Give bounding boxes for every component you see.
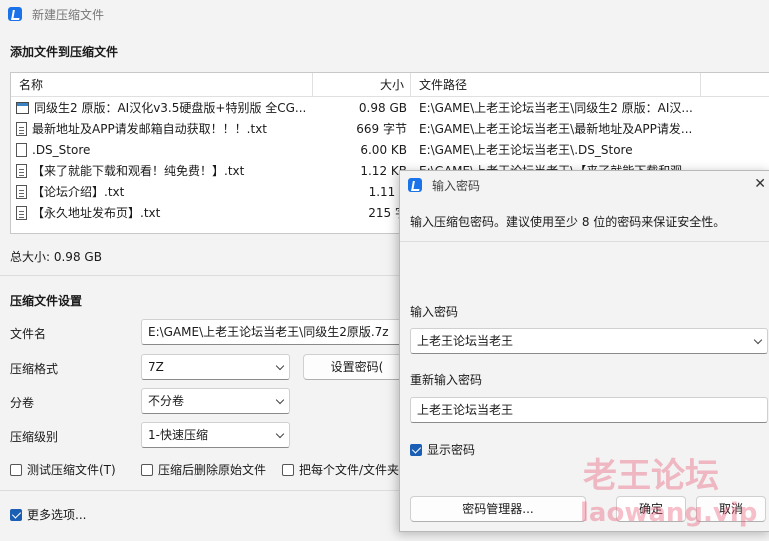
file-name: 【来了就能下载和观看！纯免费！】.txt — [32, 164, 245, 178]
format-select[interactable]: 7Z — [141, 354, 290, 380]
level-select[interactable]: 1-快速压缩 — [141, 422, 290, 448]
file-name: 【永久地址发布页】.txt — [32, 206, 161, 220]
cell-name: .DS_Store — [11, 142, 313, 157]
each-file-checkbox[interactable]: 把每个文件/文件夹 — [282, 461, 400, 478]
cell-size: 0.98 GB — [358, 100, 407, 115]
password-input[interactable]: 上老王论坛当老王 — [410, 328, 768, 354]
show-password-label: 显示密码 — [427, 443, 476, 457]
password-label: 输入密码 — [410, 305, 459, 319]
dialog-title-bar: 输入密码 — [400, 171, 769, 199]
file-list-header: 名称 大小 文件路径 — [11, 73, 769, 97]
cell-name: 【来了就能下载和观看！纯免费！】.txt — [11, 162, 313, 179]
text-file-icon — [16, 205, 27, 220]
table-row[interactable]: 最新地址及APP请发邮箱自动获取！！！.txt 669 字节 E:\GAME\上老王… — [11, 118, 769, 139]
cell-size: 669 字节 — [356, 122, 407, 136]
cell-name: 【永久地址发布页】.txt — [11, 204, 313, 221]
dialog-description: 输入压缩包密码。建议使用至少 8 位的密码来保证安全性。 — [410, 215, 726, 229]
filename-input[interactable]: E:\GAME\上老王论坛当老王\同级生2原版.7z — [141, 319, 411, 345]
divider — [0, 490, 400, 491]
delete-source-checkbox[interactable]: 压缩后删除原始文件 — [141, 461, 266, 478]
file-name: .DS_Store — [32, 142, 91, 157]
checkbox-box[interactable] — [282, 463, 294, 476]
text-file-icon — [16, 163, 27, 178]
cell-size: 1.12 KB — [360, 163, 407, 178]
more-options-label: 更多选项... — [27, 508, 87, 522]
cell-size: 6.00 KB — [360, 142, 407, 157]
cell-name: 最新地址及APP请发邮箱自动获取！！！.txt — [11, 120, 313, 137]
checkbox-box[interactable] — [141, 463, 153, 476]
level-label: 压缩级别 — [10, 430, 59, 444]
cell-path: E:\GAME\上老王论坛当老王\同级生2 原版：AI汉... — [419, 101, 693, 115]
close-icon[interactable]: ✕ — [754, 176, 766, 192]
file-icon — [16, 142, 27, 157]
column-header-name[interactable]: 名称 — [11, 73, 313, 96]
divider — [0, 275, 400, 276]
dialog-title: 输入密码 — [432, 178, 481, 193]
checkbox-box-checked[interactable] — [410, 443, 422, 456]
more-options-checkbox[interactable]: 更多选项... — [10, 506, 86, 523]
show-password-checkbox[interactable]: 显示密码 — [410, 441, 475, 458]
cell-size: 215 字 — [368, 206, 407, 220]
divider — [400, 241, 769, 242]
text-file-icon — [16, 121, 27, 136]
test-archive-checkbox[interactable]: 测试压缩文件(T) — [10, 461, 116, 478]
test-archive-label: 测试压缩文件(T) — [27, 463, 116, 477]
file-name: 最新地址及APP请发邮箱自动获取！！！.txt — [32, 122, 268, 136]
ok-button[interactable]: 确定 — [616, 496, 686, 522]
password-manager-button[interactable]: 密码管理器... — [410, 496, 586, 522]
cancel-button[interactable]: 取消 — [696, 496, 766, 522]
column-header-path[interactable]: 文件路径 — [411, 73, 701, 96]
column-header-size[interactable]: 大小 — [313, 73, 411, 96]
split-select[interactable]: 不分卷 — [141, 388, 290, 414]
disc-image-icon — [16, 101, 29, 114]
set-password-button[interactable]: 设置密码( — [303, 354, 411, 380]
filename-label: 文件名 — [10, 327, 47, 341]
title-bar: 新建压缩文件 — [0, 0, 769, 28]
reenter-password-input[interactable]: 上老王论坛当老王 — [410, 397, 768, 423]
file-name: 【论坛介绍】.txt — [32, 185, 125, 199]
table-row[interactable]: 同级生2 原版：AI汉化v3.5硬盘版+特别版 全CG... 0.98 GB E:\… — [11, 97, 769, 118]
checkbox-box[interactable] — [10, 463, 22, 476]
password-dialog: 输入密码 ✕ 输入压缩包密码。建议使用至少 8 位的密码来保证安全性。 输入密码… — [399, 170, 769, 532]
app-logo-icon — [408, 178, 422, 192]
format-label: 压缩格式 — [10, 362, 59, 376]
text-file-icon — [16, 184, 27, 199]
delete-source-label: 压缩后删除原始文件 — [158, 463, 267, 477]
cell-name: 【论坛介绍】.txt — [11, 183, 313, 200]
table-row[interactable]: .DS_Store 6.00 KB E:\GAME\上老王论坛当老王\.DS_Sto… — [11, 139, 769, 160]
total-size: 总大小: 0.98 GB — [10, 250, 102, 264]
file-name: 同级生2 原版：AI汉化v3.5硬盘版+特别版 全CG... — [34, 101, 307, 115]
cell-path: E:\GAME\上老王论坛当老王\最新地址及APP请发... — [419, 122, 693, 136]
settings-title: 压缩文件设置 — [10, 294, 83, 308]
cell-name: 同级生2 原版：AI汉化v3.5硬盘版+特别版 全CG... — [11, 99, 313, 116]
reenter-password-label: 重新输入密码 — [410, 373, 483, 387]
cell-size: 1.11 K — [368, 184, 407, 199]
app-logo-icon — [8, 7, 22, 21]
window-title: 新建压缩文件 — [32, 7, 105, 22]
each-file-label: 把每个文件/文件夹 — [299, 463, 400, 477]
add-files-title: 添加文件到压缩文件 — [10, 45, 119, 59]
split-label: 分卷 — [10, 396, 35, 410]
checkbox-box-checked[interactable] — [10, 508, 22, 521]
cell-path: E:\GAME\上老王论坛当老王\.DS_Store — [419, 143, 633, 157]
